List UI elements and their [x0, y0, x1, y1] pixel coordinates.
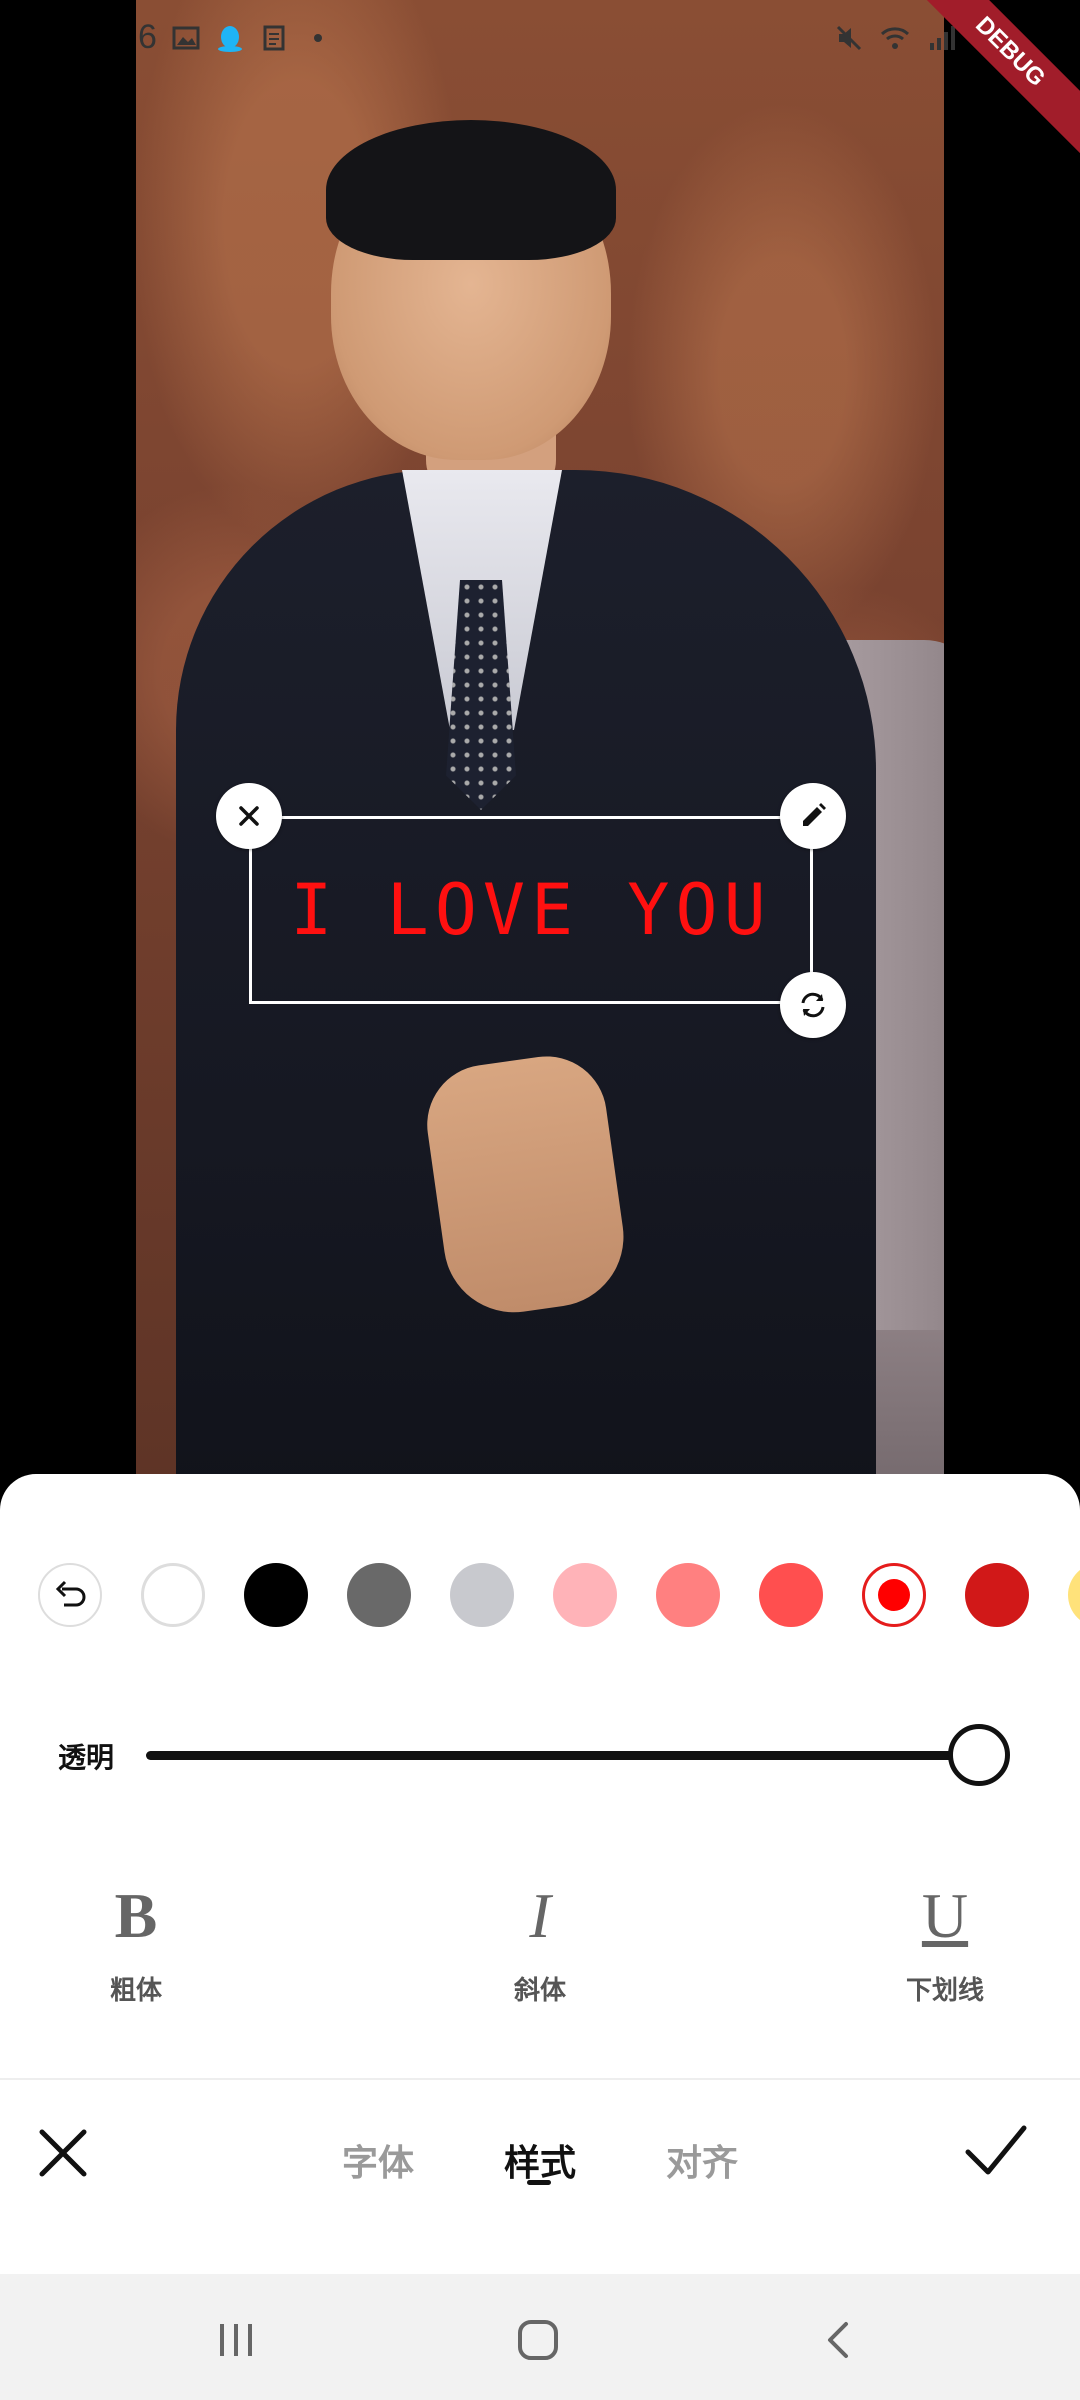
rotate-icon	[801, 992, 825, 1018]
bold-icon: B	[114, 1880, 158, 1951]
opacity-slider-track[interactable]	[146, 1751, 996, 1760]
underline-icon: U	[921, 1880, 969, 1951]
back-icon	[828, 2322, 848, 2358]
document-icon	[263, 25, 285, 50]
bold-button[interactable]: B 粗体	[56, 1876, 216, 2007]
color-swatch-black[interactable]	[244, 1563, 308, 1627]
color-swatch-yellow[interactable]	[1068, 1563, 1080, 1627]
dot-icon	[313, 33, 322, 42]
rotate-overlay-handle[interactable]	[780, 972, 846, 1038]
color-swatch-coral-red[interactable]	[759, 1563, 823, 1627]
color-swatch-dark-red[interactable]	[965, 1563, 1029, 1627]
opacity-slider-thumb[interactable]	[948, 1724, 1010, 1786]
color-swatch-pink[interactable]	[656, 1563, 720, 1627]
system-nav-bar	[0, 2274, 1080, 2400]
overlay-text[interactable]: I LOVE YOU	[290, 869, 771, 951]
person-hair	[326, 120, 616, 260]
confirm-button[interactable]	[960, 2116, 1030, 2186]
italic-label: 斜体	[513, 1975, 566, 2005]
signal-icon	[930, 25, 956, 50]
close-icon	[239, 806, 259, 826]
selected-dot	[878, 1579, 910, 1611]
recents-icon	[220, 2324, 252, 2356]
undo-icon	[55, 1580, 86, 1607]
edit-overlay-button[interactable]	[780, 783, 846, 849]
color-swatch-light-gray[interactable]	[450, 1563, 514, 1627]
qq-icon	[217, 25, 242, 52]
color-swatch-light-pink[interactable]	[553, 1563, 617, 1627]
italic-button[interactable]: I 斜体	[460, 1876, 620, 2007]
opacity-control: 透明	[0, 1720, 1080, 1790]
color-swatch-dark-gray[interactable]	[347, 1563, 411, 1627]
editor-tab-bar: 字体 样式 对齐	[0, 2080, 1080, 2270]
color-palette	[38, 1562, 1080, 1628]
undo-color-button[interactable]	[38, 1563, 102, 1627]
opacity-label: 透明	[58, 1742, 115, 1773]
home-icon	[518, 2320, 558, 2360]
underline-button[interactable]: U 下划线	[865, 1876, 1025, 2007]
text-style-options: B 粗体 I 斜体 U 下划线	[0, 1876, 1080, 2026]
color-swatch-white[interactable]	[141, 1563, 205, 1627]
color-swatch-red[interactable]	[862, 1563, 926, 1627]
status-bar: 6 10 DEBUG	[0, 0, 1080, 160]
close-editor-button[interactable]	[30, 2120, 96, 2186]
gallery-icon	[172, 26, 200, 49]
recents-button[interactable]	[206, 2310, 266, 2370]
underline-label: 下划线	[905, 1975, 984, 2005]
wifi-icon	[881, 26, 910, 49]
delete-overlay-button[interactable]	[216, 783, 282, 849]
bold-label: 粗体	[109, 1975, 162, 2005]
back-button[interactable]	[810, 2310, 870, 2370]
tab-style[interactable]: 样式	[504, 2134, 576, 2186]
photo-canvas	[136, 0, 944, 1490]
tab-align[interactable]: 对齐	[666, 2134, 738, 2186]
active-tab-indicator	[527, 2180, 551, 2185]
tab-font[interactable]: 字体	[342, 2134, 414, 2186]
status-time: 6	[138, 18, 157, 56]
home-button[interactable]	[508, 2310, 568, 2370]
text-overlay-box[interactable]: I LOVE YOU	[249, 816, 813, 1004]
pencil-icon	[803, 803, 826, 826]
italic-icon: I	[529, 1880, 551, 1951]
mute-icon	[837, 25, 862, 50]
